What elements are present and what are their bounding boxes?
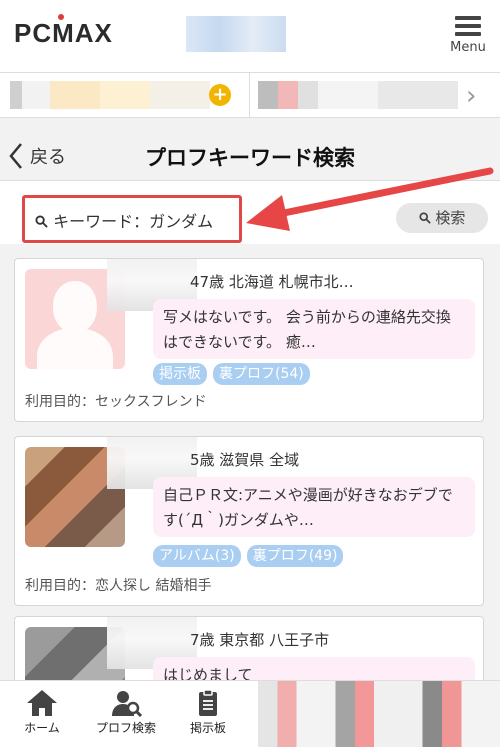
blurred-nav-items <box>258 681 500 747</box>
nav-home-label: ホーム <box>24 721 60 735</box>
status-row: + › <box>0 72 500 118</box>
blurred-banner <box>186 16 286 52</box>
logo-text: PCMAX <box>14 18 113 48</box>
nav-home[interactable]: ホーム <box>0 689 84 736</box>
chevron-right-icon[interactable]: › <box>466 81 476 111</box>
menu-label: Menu <box>450 40 486 55</box>
tag-list: アルバム(3) 裏プロフ(49) <box>153 545 344 567</box>
annotation-arrow-icon <box>246 167 494 231</box>
usage-purpose: 利用目的：恋人探し 結婚相手 <box>25 578 212 594</box>
tag-secret-profile[interactable]: 裏プロフ(54) <box>213 363 310 385</box>
tag-secret-profile[interactable]: 裏プロフ(49) <box>246 545 344 567</box>
blurred-notice <box>258 81 458 109</box>
age-location: 5歳 滋賀県 全域 <box>190 451 300 469</box>
age-location: 7歳 東京都 八王子市 <box>190 631 330 649</box>
plus-icon[interactable]: + <box>209 84 231 106</box>
nav-profile-search-label: プロフ検索 <box>95 721 156 735</box>
app-header: PCMAX Menu <box>0 0 500 72</box>
result-card[interactable]: 47歳 北海道 札幌市北… 写メはないです。 会う前からの連絡先交換はできないで… <box>14 258 484 422</box>
points-tab[interactable]: + <box>0 73 250 117</box>
pcmax-logo[interactable]: PCMAX <box>14 14 113 49</box>
usage-purpose: 利用目的：セックスフレンド <box>25 394 207 410</box>
result-card[interactable]: 5歳 滋賀県 全域 自己ＰＲ文:アニメや漫画が好きなおデブです(´Д｀)ガンダム… <box>14 436 484 606</box>
tag-album[interactable]: アルバム(3) <box>153 545 241 567</box>
age-location: 47歳 北海道 札幌市北… <box>190 273 354 291</box>
home-icon <box>27 690 57 716</box>
profile-search-icon <box>112 691 142 717</box>
search-icon <box>35 215 48 228</box>
nav-board-label: 掲示板 <box>189 721 226 735</box>
clipboard-icon <box>199 689 217 716</box>
nav-profile-search[interactable]: プロフ検索 <box>84 689 168 736</box>
menu-button[interactable]: Menu <box>444 14 492 62</box>
blurred-points <box>10 81 210 109</box>
search-input-value: キーワード：ガンダム <box>53 212 214 231</box>
menu-icon <box>455 16 481 36</box>
bottom-navigation: ホーム プロフ検索 掲示板 <box>0 680 500 747</box>
profile-message: 自己ＰＲ文:アニメや漫画が好きなおデブです(´Д｀)ガンダムや… <box>153 477 475 537</box>
keyword-search-input[interactable]: キーワード：ガンダム <box>22 195 242 243</box>
profile-message: 写メはないです。 会う前からの連絡先交換はできないです。 癒… <box>153 299 475 359</box>
tag-board[interactable]: 掲示板 <box>153 363 207 385</box>
nav-board[interactable]: 掲示板 <box>166 689 250 736</box>
logo-dot <box>58 14 64 20</box>
tag-list: 掲示板 裏プロフ(54) <box>153 363 310 385</box>
